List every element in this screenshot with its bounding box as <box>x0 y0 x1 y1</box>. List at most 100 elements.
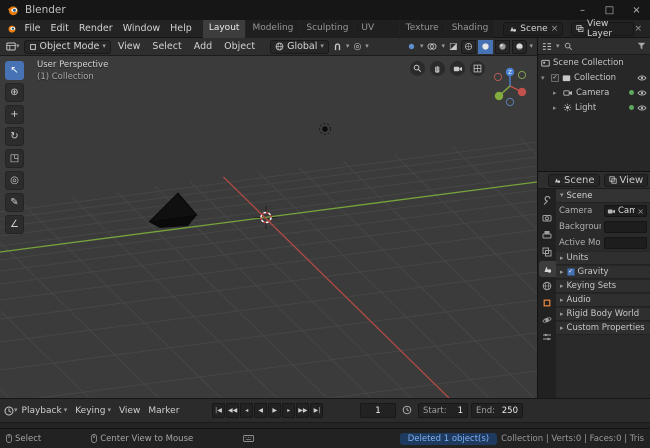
properties-tab-render[interactable] <box>539 210 556 226</box>
shading-material-button[interactable] <box>495 39 511 54</box>
outliner-row-camera[interactable]: ▸ Camera <box>538 85 650 100</box>
editor-type-button[interactable]: ▾ <box>4 39 22 55</box>
scene-unlink-icon[interactable]: × <box>551 24 559 34</box>
light-object[interactable] <box>319 123 331 135</box>
menu-file[interactable]: File <box>20 20 46 37</box>
current-frame-field[interactable]: 1 <box>360 403 396 418</box>
move-tool-button[interactable]: + <box>5 105 24 124</box>
annotate-tool-button[interactable]: ✎ <box>5 193 24 212</box>
menu-object[interactable]: Object <box>219 38 260 55</box>
search-icon[interactable] <box>564 42 573 51</box>
outliner-row-scene-collection[interactable]: Scene Collection <box>538 55 650 70</box>
disclosure-open-icon[interactable]: ▾ <box>541 74 548 82</box>
jump-to-start-button[interactable]: |◀ <box>212 403 225 418</box>
pan-view-button[interactable] <box>430 61 445 76</box>
shading-solid-button[interactable] <box>478 39 494 54</box>
proportional-editing-toggle[interactable]: ◎ <box>351 39 363 55</box>
prev-keyframe-button[interactable]: ◀◀ <box>226 403 240 418</box>
zoom-button[interactable] <box>410 61 425 76</box>
marker-menu[interactable]: Marker <box>144 406 183 416</box>
overlays-toggle[interactable] <box>425 39 439 55</box>
shading-dropdown-icon[interactable]: ▾ <box>529 43 533 50</box>
gravity-checkbox[interactable]: ✓ <box>566 268 575 276</box>
active-movieclip-field[interactable] <box>604 237 647 249</box>
perspective-toggle-button[interactable] <box>470 61 485 76</box>
disclosure-closed-icon[interactable]: ▸ <box>553 89 560 97</box>
minimize-button[interactable]: – <box>569 0 596 20</box>
camera-field[interactable]: Cam.. × <box>604 205 647 217</box>
rigid-body-world-panel-header[interactable]: ▸ Rigid Body World <box>556 307 650 321</box>
properties-tab-scene[interactable] <box>538 261 556 277</box>
menu-view[interactable]: View <box>113 38 146 55</box>
background-field[interactable] <box>604 221 647 233</box>
units-panel-header[interactable]: ▸ Units <box>556 251 650 265</box>
filter-icon[interactable] <box>637 42 646 50</box>
clear-icon[interactable]: × <box>637 207 644 216</box>
gizmos-toggle[interactable] <box>405 39 418 55</box>
3d-viewport[interactable]: User Perspective (1) Collection ↖ ⊕ + ↻ … <box>0 56 537 398</box>
navigation-gizmo[interactable]: Z <box>493 64 529 110</box>
workspace-tab-layout[interactable]: Layout <box>202 19 246 38</box>
properties-tab-object[interactable] <box>539 295 556 311</box>
select-tool-button[interactable]: ↖ <box>5 61 24 80</box>
playback-menu[interactable]: Playback ▾ <box>18 406 72 416</box>
menu-add[interactable]: Add <box>189 38 217 55</box>
mode-selector[interactable]: Object Mode ▾ <box>23 39 111 54</box>
custom-properties-panel-header[interactable]: ▸ Custom Properties <box>556 321 650 335</box>
jump-to-end-button[interactable]: ▶| <box>310 403 324 418</box>
breadcrumb-view-layer[interactable]: View <box>603 173 649 187</box>
menu-render[interactable]: Render <box>74 20 118 37</box>
workspace-tab-shading[interactable]: Shading <box>445 19 495 38</box>
outliner-row-light[interactable]: ▸ Light <box>538 100 650 115</box>
view-layer-selector[interactable]: View Layer <box>571 19 635 39</box>
properties-tab-output[interactable] <box>539 227 556 243</box>
shading-wireframe-button[interactable] <box>461 39 477 54</box>
keying-sets-panel-header[interactable]: ▸ Keying Sets <box>556 279 650 293</box>
play-button[interactable]: ▶ <box>268 403 282 418</box>
properties-tab-view-layer[interactable] <box>539 244 556 260</box>
workspace-tab-sculpting[interactable]: Sculpting <box>300 19 355 38</box>
workspace-tab-modeling[interactable]: Modeling <box>246 19 300 38</box>
light-data-icon[interactable] <box>629 105 634 110</box>
menu-edit[interactable]: Edit <box>45 20 73 37</box>
gizmo-y-axis[interactable] <box>494 91 504 101</box>
properties-tab-constraints[interactable] <box>539 329 556 345</box>
properties-tab-physics[interactable] <box>539 312 556 328</box>
chevron-down-icon[interactable]: ▾ <box>556 42 560 50</box>
snap-dropdown-icon[interactable]: ▾ <box>346 43 350 50</box>
rotate-tool-button[interactable]: ↻ <box>5 127 24 146</box>
outliner-row-collection[interactable]: ▾ ✓ Collection <box>538 70 650 85</box>
transform-orientation-selector[interactable]: Global ▾ <box>270 39 329 54</box>
breadcrumb-scene[interactable]: Scene <box>548 173 600 187</box>
menu-select[interactable]: Select <box>147 38 186 55</box>
frame-start-field[interactable]: Start: 1 <box>418 403 468 418</box>
keying-menu[interactable]: Keying ▾ <box>71 406 115 416</box>
scale-tool-button[interactable]: ◳ <box>5 149 24 168</box>
workspace-tab-uv-editing[interactable]: UV Editing <box>355 19 399 50</box>
camera-data-icon[interactable] <box>629 90 634 95</box>
disclosure-closed-icon[interactable]: ▸ <box>553 104 560 112</box>
scene-selector[interactable]: Scene × <box>503 21 564 36</box>
play-reverse-button[interactable]: ◀ <box>254 403 268 418</box>
view-menu[interactable]: View <box>115 406 144 416</box>
close-button[interactable]: × <box>623 0 650 20</box>
collection-checkbox[interactable]: ✓ <box>551 73 559 82</box>
properties-tab-tool[interactable] <box>539 193 556 209</box>
xray-toggle[interactable]: ◪ <box>447 39 460 55</box>
eye-icon[interactable] <box>637 104 647 112</box>
gizmo-negative-y[interactable] <box>517 70 527 80</box>
maximize-button[interactable]: □ <box>596 0 623 20</box>
frame-end-field[interactable]: End: 250 <box>471 403 523 418</box>
gizmo-negative-z[interactable] <box>505 97 515 107</box>
preview-range-icon[interactable] <box>402 405 412 415</box>
prev-frame-button[interactable]: ◂ <box>240 403 254 418</box>
view-layer-unlink-icon[interactable]: × <box>634 24 642 34</box>
cursor-tool-button[interactable]: ⊕ <box>5 83 24 102</box>
report-message[interactable]: Deleted 1 object(s) <box>399 432 498 445</box>
audio-panel-header[interactable]: ▸ Audio <box>556 293 650 307</box>
gravity-panel-header[interactable]: ▸ ✓ Gravity <box>556 265 650 279</box>
proportional-dropdown-icon[interactable]: ▾ <box>365 43 369 50</box>
gizmo-x-axis[interactable] <box>517 87 527 97</box>
menu-help[interactable]: Help <box>165 20 197 37</box>
next-keyframe-button[interactable]: ▶▶ <box>296 403 310 418</box>
